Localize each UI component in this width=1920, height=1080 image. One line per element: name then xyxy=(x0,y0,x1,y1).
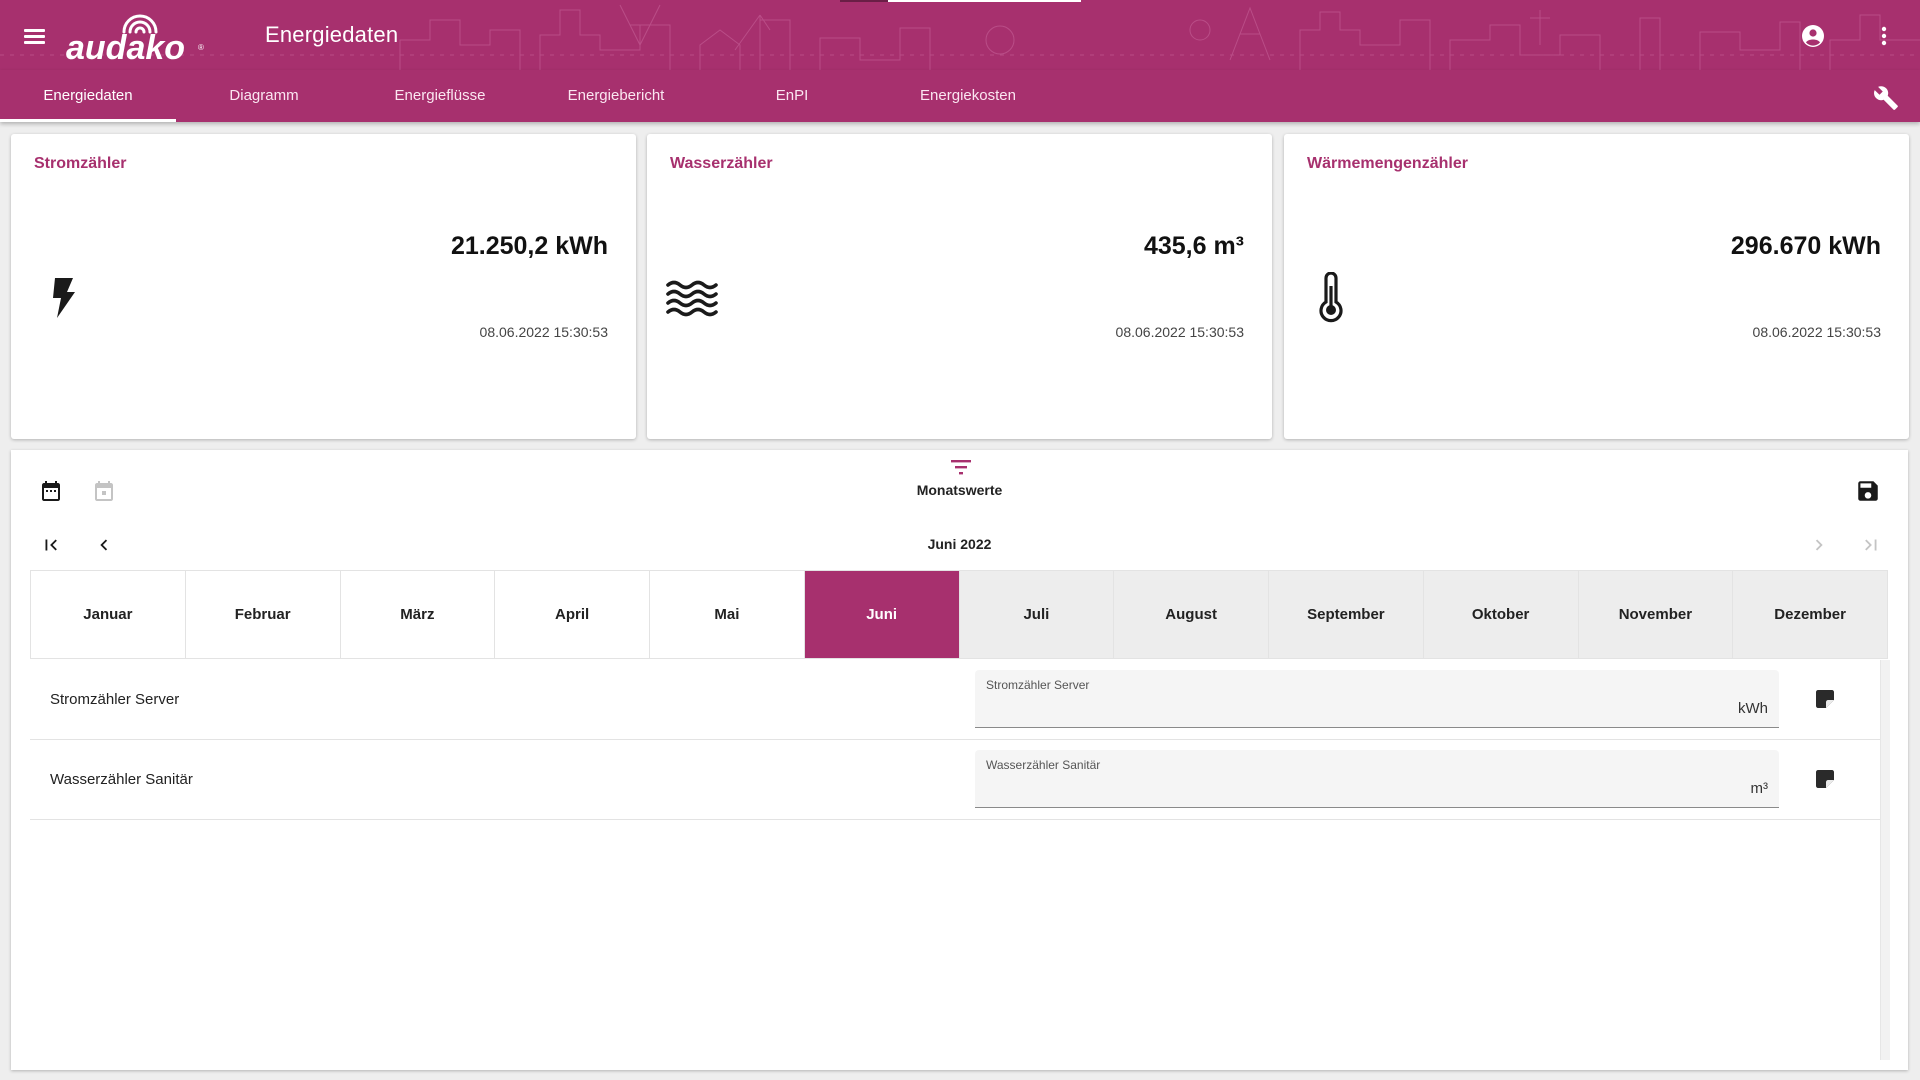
mode-label: Monatswerte xyxy=(916,482,1003,498)
page-title: Energiedaten xyxy=(265,22,399,47)
month-juli[interactable]: Juli xyxy=(959,571,1115,658)
month-januar[interactable]: Januar xyxy=(31,571,186,658)
tab-energiedaten[interactable]: Energiedaten xyxy=(0,70,176,122)
more-vert-icon[interactable] xyxy=(1872,24,1896,48)
month-november[interactable]: November xyxy=(1578,571,1734,658)
meter-row: Stromzähler Server Stromzähler Server kW… xyxy=(30,660,1880,740)
field-label: Stromzähler Server xyxy=(986,678,1090,692)
calendar-icon[interactable] xyxy=(39,479,63,503)
month-august[interactable]: August xyxy=(1114,571,1269,658)
account-circle-icon[interactable] xyxy=(1801,24,1825,48)
menu-icon[interactable] xyxy=(23,24,47,48)
wrench-icon[interactable] xyxy=(1873,85,1899,111)
card-stromzaehler: Stromzähler 21.250,2 kWh 08.06.2022 15:3… xyxy=(11,134,636,439)
period-label: Juni 2022 xyxy=(927,536,992,552)
field-unit: m³ xyxy=(1750,780,1769,797)
lightning-icon xyxy=(53,278,75,318)
svg-text:audako: audako xyxy=(66,29,185,62)
card-timestamp: 08.06.2022 15:30:53 xyxy=(1752,324,1881,340)
chevron-right-icon[interactable] xyxy=(1808,534,1830,556)
tab-energiekosten[interactable]: Energiekosten xyxy=(880,70,1056,122)
scrollbar[interactable] xyxy=(1880,660,1890,1060)
meter-row: Wasserzähler Sanitär Wasserzähler Sanitä… xyxy=(30,740,1880,820)
month-dezember[interactable]: Dezember xyxy=(1733,571,1887,658)
month-juni[interactable]: Juni xyxy=(804,571,960,658)
thermometer-icon xyxy=(1319,272,1343,323)
monthly-values-panel: Monatswerte Juni 2022 Januar Februar Mär… xyxy=(11,450,1908,1070)
audako-logo: audako ® xyxy=(66,14,204,62)
card-value: 435,6 m³ xyxy=(1143,232,1244,260)
month-september[interactable]: September xyxy=(1269,571,1424,658)
card-waermemengenzaehler: Wärmemengenzähler 296.670 kWh 08.06.2022… xyxy=(1284,134,1909,439)
svg-text:®: ® xyxy=(198,43,204,52)
card-timestamp: 08.06.2022 15:30:53 xyxy=(479,324,608,340)
card-title: Stromzähler xyxy=(34,155,127,172)
water-waves-icon xyxy=(666,280,718,317)
field-unit: kWh xyxy=(1738,700,1768,717)
month-april[interactable]: April xyxy=(495,571,650,658)
filter-icon[interactable] xyxy=(948,457,974,479)
card-value: 296.670 kWh xyxy=(1730,232,1881,260)
tab-energiefluesse[interactable]: Energieflüsse xyxy=(352,70,528,122)
tab-enpi[interactable]: EnPI xyxy=(704,70,880,122)
app-toolbar: audako ® Energiedaten xyxy=(0,0,1920,70)
card-value: 21.250,2 kWh xyxy=(450,232,608,260)
meter-value-field[interactable]: Stromzähler Server kWh xyxy=(975,670,1779,728)
calendar-day-icon[interactable] xyxy=(92,479,116,503)
card-timestamp: 08.06.2022 15:30:53 xyxy=(1115,324,1244,340)
meter-value-field[interactable]: Wasserzähler Sanitär m³ xyxy=(975,750,1779,808)
tab-diagramm[interactable]: Diagramm xyxy=(176,70,352,122)
meter-name: Wasserzähler Sanitär xyxy=(50,771,193,788)
note-icon[interactable] xyxy=(1812,687,1838,711)
month-mai[interactable]: Mai xyxy=(650,571,805,658)
month-oktober[interactable]: Oktober xyxy=(1423,571,1579,658)
tab-energiebericht[interactable]: Energiebericht xyxy=(528,70,704,122)
loading-indicator xyxy=(888,0,1081,2)
meter-name: Stromzähler Server xyxy=(50,691,180,708)
save-icon[interactable] xyxy=(1855,478,1881,504)
card-title: Wärmemengenzähler xyxy=(1307,155,1468,172)
month-maerz[interactable]: März xyxy=(340,571,496,658)
card-wasserzaehler: Wasserzähler 435,6 m³ 08.06.2022 15:30:5… xyxy=(647,134,1272,439)
note-icon[interactable] xyxy=(1812,767,1838,791)
last-page-icon[interactable] xyxy=(1860,534,1882,556)
card-title: Wasserzähler xyxy=(670,155,773,172)
field-label: Wasserzähler Sanitär xyxy=(986,758,1101,772)
month-selector: Januar Februar März April Mai Juni Juli … xyxy=(30,570,1888,659)
month-februar[interactable]: Februar xyxy=(185,571,341,658)
tab-bar: Energiedaten Diagramm Energieflüsse Ener… xyxy=(0,70,1920,122)
loading-indicator-track xyxy=(840,0,888,2)
